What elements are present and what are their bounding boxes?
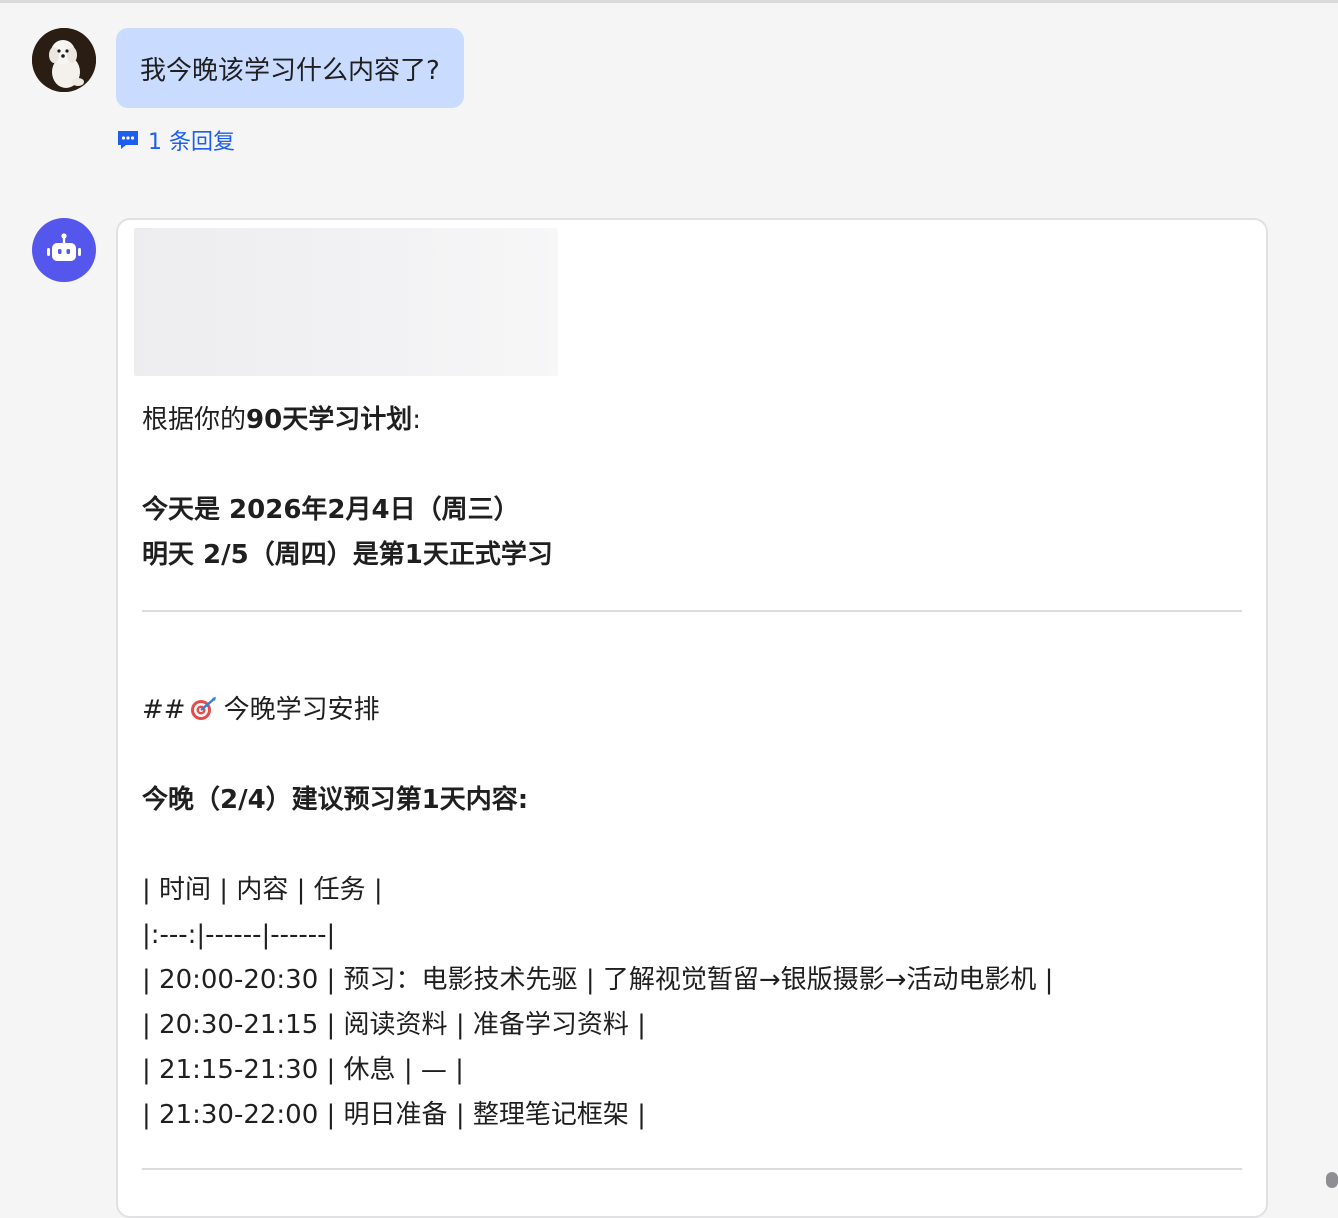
target-icon xyxy=(190,697,216,720)
dog-photo-icon xyxy=(32,28,96,92)
today-line: 今天是 2026年2月4日（周三） xyxy=(142,495,520,525)
user-avatar[interactable] xyxy=(32,28,96,92)
intro-bold: 90天学习计划 xyxy=(246,405,413,435)
intro-suffix: : xyxy=(412,405,421,435)
image-placeholder xyxy=(134,228,558,376)
table-line: | 20:30-21:15 | 阅读资料 | 准备学习资料 | xyxy=(142,1010,646,1040)
bot-message-card: 根据你的90天学习计划: 今天是 2026年2月4日（周三） 明天 2/5（周四… xyxy=(116,218,1268,1218)
robot-icon xyxy=(47,233,81,261)
divider xyxy=(142,610,1242,612)
user-message-text: 我今晚该学习什么内容了? xyxy=(140,55,440,86)
table-line: | 时间 | 内容 | 任务 | xyxy=(142,875,383,905)
reply-count-link[interactable]: 1 条回复 xyxy=(116,124,235,156)
bot-avatar[interactable] xyxy=(32,218,96,282)
table-line: |:---:|------|------| xyxy=(142,920,336,950)
heading-text: 今晚学习安排 xyxy=(223,695,380,725)
table-line: | 21:30-22:00 | 明日准备 | 整理笔记框架 | xyxy=(142,1100,646,1130)
comment-icon xyxy=(118,131,138,149)
intro-prefix: 根据你的 xyxy=(142,405,247,435)
table-line: | 21:15-21:30 | 休息 | — | xyxy=(142,1055,464,1085)
preview-line: 今晚（2/4）建议预习第1天内容: xyxy=(142,785,529,815)
divider xyxy=(142,1168,1242,1170)
intro-line: 根据你的90天学习计划: xyxy=(142,398,421,443)
section-heading: ## 今晚学习安排 xyxy=(142,688,380,733)
reply-count-label[interactable]: 1 条回复 xyxy=(148,124,235,156)
heading-prefix: ## xyxy=(142,695,186,725)
scrollbar-thumb[interactable] xyxy=(1326,1172,1338,1188)
table-line: | 20:00-20:30 | 预习：电影技术先驱 | 了解视觉暂留→银版摄影→… xyxy=(142,965,1054,995)
user-message-bubble: 我今晚该学习什么内容了? xyxy=(116,28,464,108)
tomorrow-line: 明天 2/5（周四）是第1天正式学习 xyxy=(142,540,553,570)
top-border xyxy=(0,0,1338,3)
